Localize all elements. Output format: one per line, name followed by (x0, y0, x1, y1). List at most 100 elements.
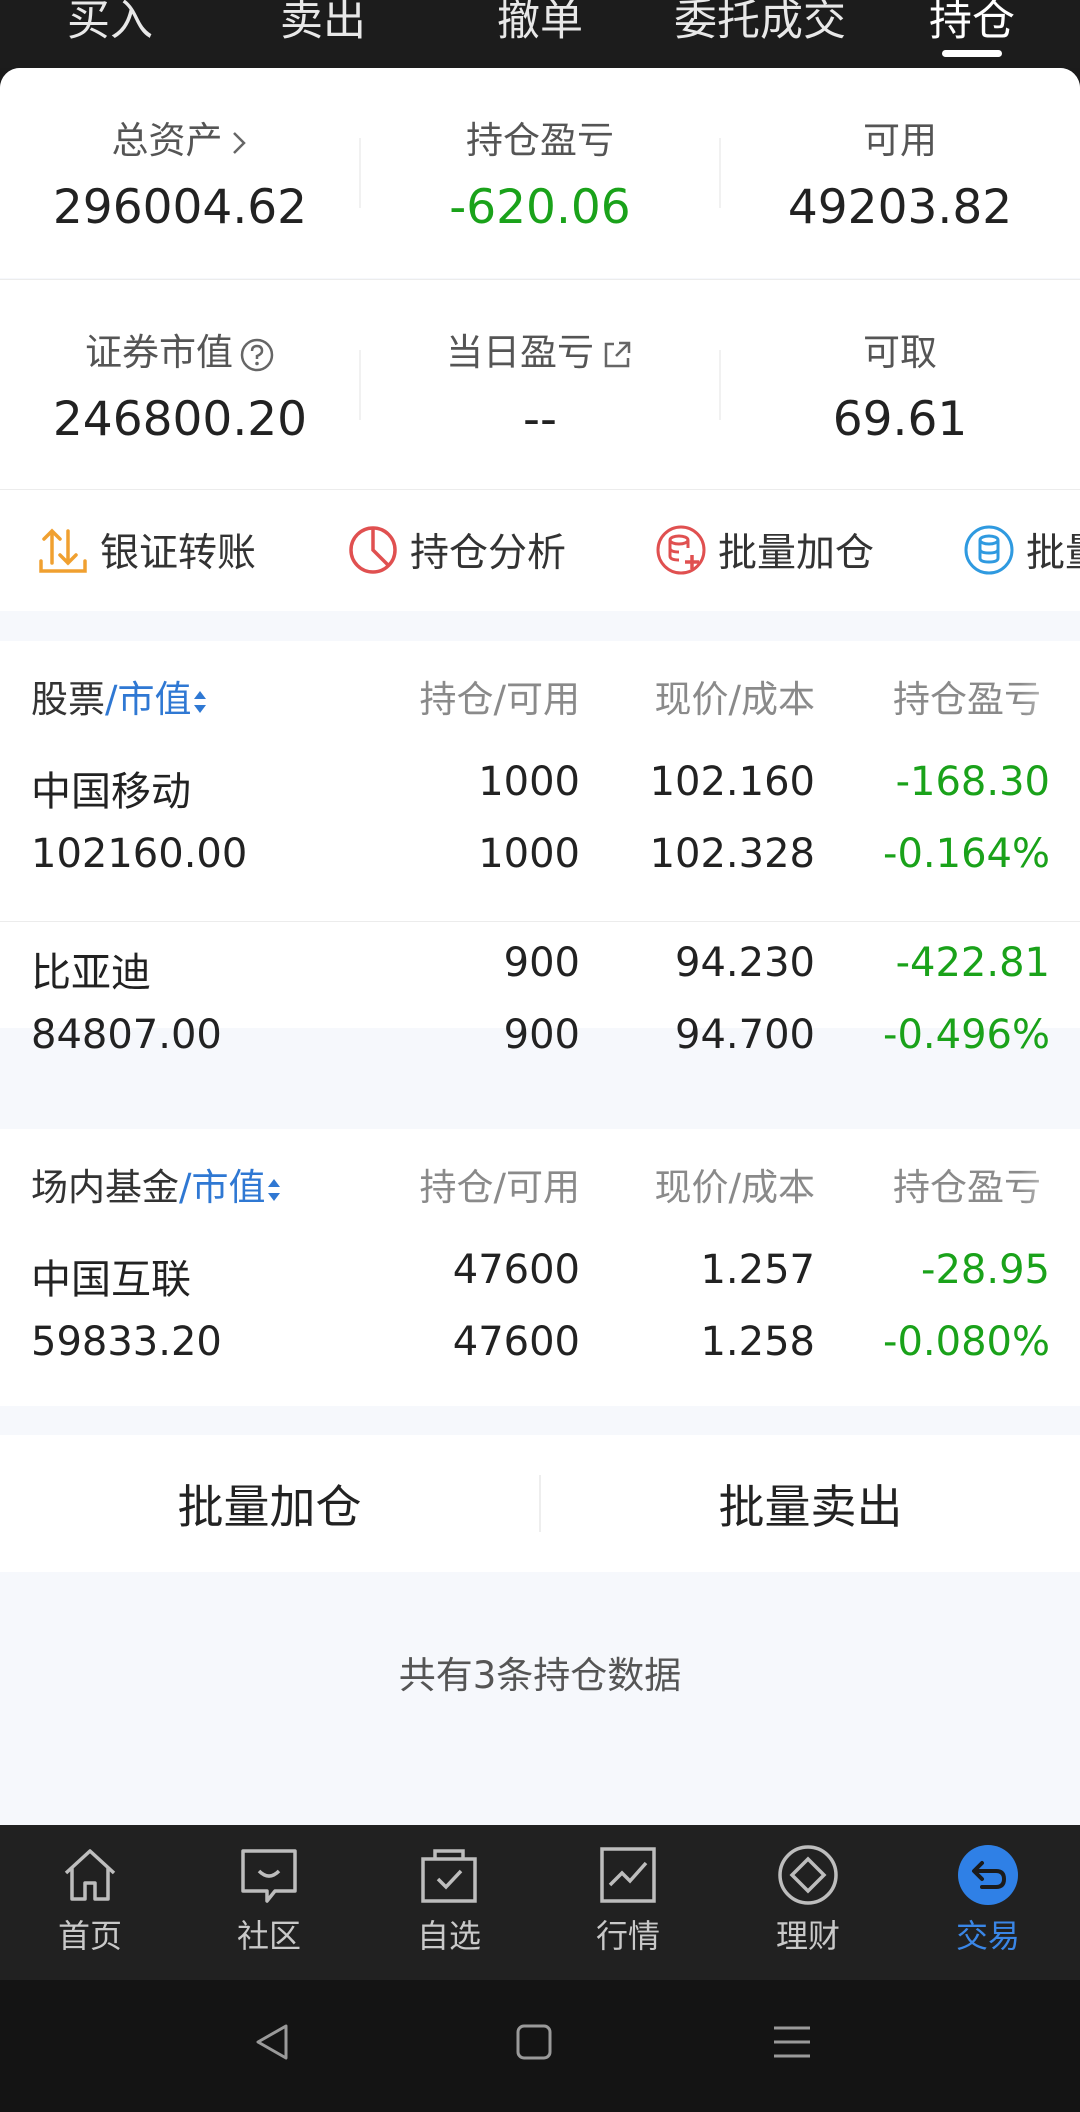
stock-price: 94.230 (675, 940, 815, 986)
funds-table-header: 场内基金/市值 持仓/可用 现价/成本 持仓盈亏 (0, 1129, 1080, 1229)
menu-icon[interactable] (770, 2020, 814, 2064)
chevron-right-icon (232, 131, 246, 154)
bank-transfer-label: 银证转账 (100, 531, 257, 576)
fund-available: 47600 (452, 1319, 580, 1365)
stock-pl: -422.81 (895, 940, 1050, 986)
sort-market-value[interactable]: 市值 (117, 678, 191, 721)
batch-more-label: 批量 (1026, 531, 1080, 576)
total-assets-value: 296004.62 (52, 180, 308, 235)
database-add-icon (656, 525, 706, 575)
external-link-icon (604, 341, 631, 367)
stocks-header-position: 持仓/可用 (419, 678, 580, 721)
positions-panel: 总资产 296004.62 持仓盈亏 -620.06 可用 49203.82 证… (0, 68, 1080, 1825)
market-value-label: 证券市值 (85, 331, 233, 374)
batch-actions: 批量加仓 批量卖出 (0, 1435, 1080, 1572)
wealth-icon (778, 1845, 838, 1905)
stocks-header-price: 现价/成本 (654, 678, 815, 721)
stock-position: 900 (503, 940, 580, 986)
position-analysis-button[interactable]: 持仓分析 (346, 520, 566, 580)
tab-sell[interactable]: 卖出 (253, 0, 393, 48)
market-icon (600, 1847, 656, 1903)
fund-name: 中国互联 (31, 1257, 191, 1303)
stock-available: 1000 (478, 831, 580, 877)
nav-wealth[interactable]: 理财 (738, 1843, 878, 1957)
stock-pl-pct: -0.496% (883, 1012, 1050, 1058)
tab-buy[interactable]: 买入 (40, 0, 180, 48)
tab-positions[interactable]: 持仓 (902, 0, 1042, 48)
batch-add-action-button[interactable]: 批量加仓 (654, 520, 874, 580)
fund-price: 1.257 (700, 1247, 815, 1293)
table-row[interactable]: 中国移动 102160.00 1000 1000 102.160 102.328… (0, 741, 1080, 921)
nav-market[interactable]: 行情 (558, 1843, 698, 1957)
nav-home-label: 首页 (57, 1917, 122, 1955)
stock-pl: -168.30 (895, 759, 1050, 805)
batch-add-action-label: 批量加仓 (718, 531, 875, 576)
withdrawable-label: 可取 (863, 331, 937, 374)
bottom-nav: 首页 社区 自选 行情 理财 交易 (0, 1825, 1080, 1980)
sort-market-value[interactable]: 市值 (191, 1166, 265, 1209)
batch-add-button[interactable]: 批量加仓 (0, 1435, 539, 1572)
daily-pl-label: 当日盈亏 (446, 331, 594, 374)
header-slash: / (105, 678, 118, 721)
funds-header-position: 持仓/可用 (419, 1166, 580, 1209)
back-icon[interactable] (250, 2020, 294, 2064)
nav-trade[interactable]: 交易 (918, 1843, 1058, 1957)
position-count-text: 共有3条持仓数据 (398, 1654, 682, 1697)
stock-pl-pct: -0.164% (883, 831, 1050, 877)
header-fade (1020, 1129, 1080, 1229)
fund-pl: -28.95 (921, 1247, 1050, 1293)
stock-cost: 94.700 (675, 1012, 815, 1058)
nav-community[interactable]: 社区 (199, 1843, 339, 1957)
stock-cost: 102.328 (649, 831, 815, 877)
batch-sell-button[interactable]: 批量卖出 (541, 1435, 1080, 1572)
help-icon[interactable] (239, 337, 275, 373)
transfer-icon (39, 528, 87, 573)
stock-market-value: 102160.00 (31, 831, 248, 877)
pie-chart-icon (349, 526, 397, 574)
total-assets-label: 总资产 (111, 119, 223, 162)
stocks-header-name[interactable]: 股票/市值 (31, 669, 209, 723)
stock-market-value: 84807.00 (31, 1012, 222, 1058)
position-analysis-label: 持仓分析 (410, 531, 567, 576)
system-nav-bar (0, 1980, 1080, 2112)
nav-market-label: 行情 (595, 1917, 660, 1955)
nav-trade-label: 交易 (955, 1917, 1020, 1955)
header-slash: / (179, 1166, 192, 1209)
nav-watchlist-label: 自选 (416, 1917, 481, 1955)
stock-position: 1000 (478, 759, 580, 805)
bank-transfer-button[interactable]: 银证转账 (36, 520, 256, 580)
available-value: 49203.82 (787, 180, 1013, 235)
community-icon (241, 1849, 297, 1903)
funds-label: 场内基金 (31, 1166, 179, 1209)
nav-watchlist[interactable]: 自选 (379, 1843, 519, 1957)
fund-position: 47600 (452, 1247, 580, 1293)
header-fade (1020, 641, 1080, 741)
stock-name: 中国移动 (31, 769, 191, 815)
table-row[interactable]: 比亚迪 84807.00 900 900 94.230 94.700 -422.… (0, 922, 1080, 1102)
position-pl-value: -620.06 (449, 180, 631, 235)
quick-actions: 银证转账 持仓分析 批量加仓 批量 (0, 489, 1080, 611)
available-label: 可用 (863, 119, 937, 162)
sort-icon (194, 690, 207, 713)
stocks-table-header: 股票/市值 持仓/可用 现价/成本 持仓盈亏 (0, 641, 1080, 741)
fund-pl-pct: -0.080% (883, 1319, 1050, 1365)
sort-icon (268, 1178, 281, 1201)
daily-pl-value: -- (523, 392, 557, 447)
nav-home[interactable]: 首页 (20, 1843, 160, 1957)
home-button-icon[interactable] (512, 2020, 556, 2064)
home-icon (64, 1849, 116, 1901)
active-tab-indicator (942, 50, 1002, 57)
top-tab-bar: 买入 卖出 撤单 委托成交 持仓 (0, 0, 1080, 68)
nav-community-label: 社区 (236, 1917, 301, 1955)
stocks-table: 股票/市值 持仓/可用 现价/成本 持仓盈亏 中国移动 102160.00 10… (0, 641, 1080, 1058)
tab-cancel[interactable]: 撤单 (470, 0, 610, 48)
tab-orders[interactable]: 委托成交 (650, 0, 870, 48)
table-row[interactable]: 中国互联 59833.20 47600 47600 1.257 1.258 -2… (0, 1229, 1080, 1409)
batch-more-button[interactable]: 批量 (962, 520, 1080, 580)
funds-header-price: 现价/成本 (654, 1166, 815, 1209)
database-icon (964, 525, 1014, 575)
funds-header-name[interactable]: 场内基金/市值 (31, 1157, 283, 1211)
nav-wealth-label: 理财 (775, 1917, 840, 1955)
watchlist-icon (421, 1849, 477, 1903)
fund-cost: 1.258 (700, 1319, 815, 1365)
